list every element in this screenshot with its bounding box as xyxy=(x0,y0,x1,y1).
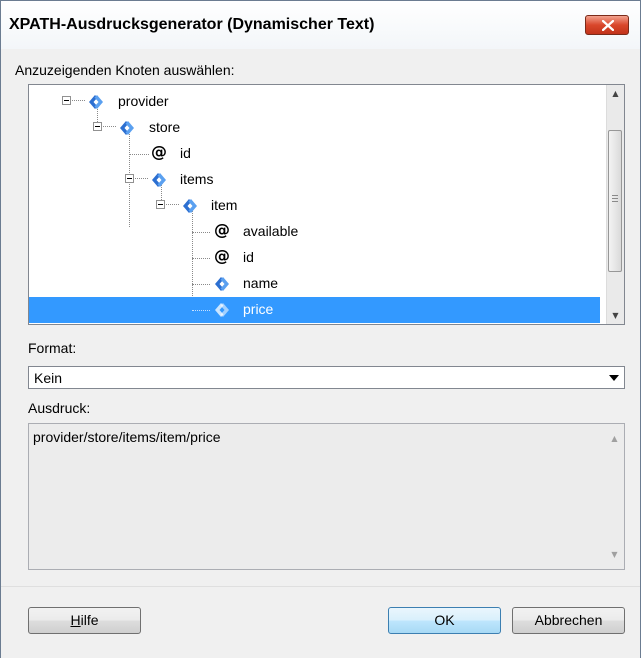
format-select-value: Kein xyxy=(34,370,63,386)
xml-element-icon xyxy=(89,95,103,109)
close-button[interactable] xyxy=(585,15,629,35)
tree-node-label: name xyxy=(243,275,279,291)
collapse-toggle[interactable] xyxy=(156,200,165,209)
grip-line xyxy=(612,195,618,196)
tree-node-label: items xyxy=(180,171,214,187)
tree-node-label: id xyxy=(180,145,191,161)
xml-element-icon xyxy=(120,121,134,135)
xml-element-icon xyxy=(183,199,197,213)
format-label: Format: xyxy=(28,340,77,356)
at-sign-icon: @ xyxy=(214,246,230,265)
tree-node-label: available xyxy=(243,223,299,239)
scroll-up-arrow-icon[interactable]: ▲ xyxy=(606,430,623,447)
expression-text: provider/store/items/item/price xyxy=(33,429,221,445)
tree-content: provider store @ id items item @ availab… xyxy=(29,85,600,324)
expression-field[interactable]: provider/store/items/item/price ▲ ▼ xyxy=(28,423,625,570)
tree-node-name[interactable]: name xyxy=(29,271,600,297)
dialog-window: XPATH-Ausdrucksgenerator (Dynamischer Te… xyxy=(0,0,641,658)
window-title: XPATH-Ausdrucksgenerator (Dynamischer Te… xyxy=(9,16,375,33)
xml-element-icon xyxy=(215,277,229,291)
tree-node-label: id xyxy=(243,249,254,265)
dropdown-arrow-icon xyxy=(609,375,619,381)
xml-element-icon xyxy=(215,303,229,317)
tree-node-label: item xyxy=(211,197,238,213)
at-sign-icon: @ xyxy=(214,220,230,239)
tree-label: Anzuzeigenden Knoten auswählen: xyxy=(15,62,235,78)
scroll-down-arrow-icon[interactable]: ▼ xyxy=(607,307,624,324)
node-tree[interactable]: provider store @ id items item @ availab… xyxy=(28,84,625,325)
tree-guide xyxy=(135,178,148,179)
xml-element-icon xyxy=(152,173,166,187)
expression-label: Ausdruck: xyxy=(28,400,91,416)
scroll-up-arrow-icon[interactable]: ▲ xyxy=(607,85,624,102)
help-label: ilfe xyxy=(80,612,99,628)
tree-node-item-id[interactable]: @ id xyxy=(29,245,600,271)
tree-node-label: price xyxy=(243,301,274,317)
collapse-toggle[interactable] xyxy=(93,122,102,131)
tree-guide xyxy=(166,204,179,205)
help-button[interactable]: Hilfe xyxy=(28,607,141,634)
tree-node-items[interactable]: items xyxy=(29,167,600,193)
collapse-toggle[interactable] xyxy=(125,174,134,183)
expression-scrollbar[interactable]: ▲ ▼ xyxy=(606,424,624,569)
tree-node-price[interactable]: price xyxy=(29,297,600,323)
collapse-toggle[interactable] xyxy=(62,96,71,105)
at-sign-icon: @ xyxy=(151,142,167,161)
tree-node-provider[interactable]: provider xyxy=(29,89,600,115)
title-bar: XPATH-Ausdrucksgenerator (Dynamischer Te… xyxy=(1,1,640,49)
tree-node-item[interactable]: item xyxy=(29,193,600,219)
tree-guide xyxy=(72,100,85,101)
help-mnemonic: H xyxy=(70,612,81,628)
ok-button[interactable]: OK xyxy=(388,607,501,634)
grip-line xyxy=(612,201,618,202)
tree-node-label: provider xyxy=(118,93,169,109)
tree-node-label: store xyxy=(149,119,181,135)
selection-highlight xyxy=(29,297,600,323)
scroll-thumb[interactable] xyxy=(608,130,622,272)
tree-node-store-id[interactable]: @ id xyxy=(29,141,600,167)
button-bar: Hilfe OK Abbrechen xyxy=(1,586,640,658)
tree-node-store[interactable]: store xyxy=(29,115,600,141)
ok-label: OK xyxy=(434,612,455,628)
format-select[interactable]: Kein xyxy=(28,366,625,389)
tree-guide xyxy=(192,310,210,311)
scroll-down-arrow-icon[interactable]: ▼ xyxy=(606,546,623,563)
close-x-icon xyxy=(602,20,614,31)
grip-line xyxy=(612,198,618,199)
cancel-label: Abbrechen xyxy=(534,612,603,628)
tree-scrollbar[interactable]: ▲ ▼ xyxy=(606,85,624,324)
cancel-button[interactable]: Abbrechen xyxy=(512,607,625,634)
tree-guide xyxy=(103,126,116,127)
tree-node-available[interactable]: @ available xyxy=(29,219,600,245)
